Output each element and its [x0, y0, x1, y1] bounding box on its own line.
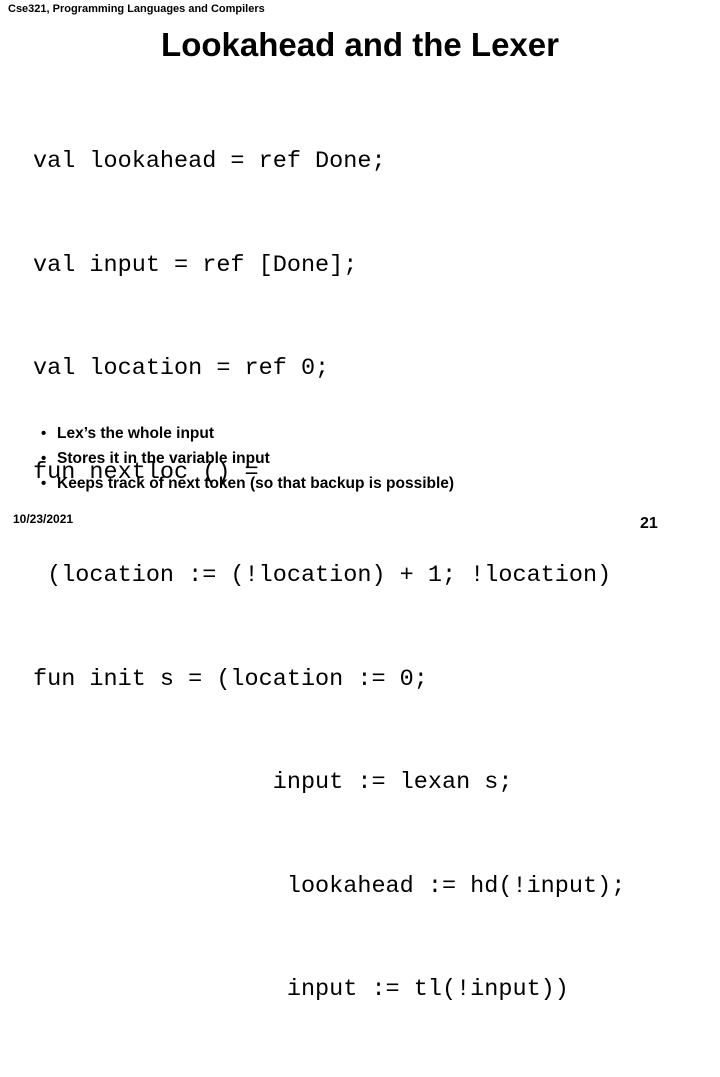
list-item: • Stores it in the variable input — [40, 446, 680, 471]
bullet-list: • Lex’s the whole input • Stores it in t… — [40, 421, 680, 496]
code-line: val input = ref [Done]; — [33, 251, 358, 279]
slide: Cse321, Programming Languages and Compil… — [0, 0, 720, 1003]
code-line: fun init s = (location := 0; — [33, 665, 428, 693]
code-line: lookahead := hd(!input); — [33, 872, 626, 900]
code-line: input := lexan s; — [33, 769, 513, 796]
list-item-label: Keeps track of next token (so that backu… — [57, 475, 455, 492]
bullet-icon: • — [41, 425, 47, 442]
code-line: val location = ref 0; — [33, 355, 330, 382]
footer-page-number: 21 — [640, 515, 658, 532]
code-block: val lookahead = ref Done; val input = re… — [33, 76, 693, 1077]
code-line: (location := (!location) + 1; !location) — [33, 562, 612, 589]
slide-header-course: Cse321, Programming Languages and Compil… — [8, 3, 265, 15]
list-item-label: Lex’s the whole input — [57, 425, 215, 442]
list-item-label: Stores it in the variable input — [57, 450, 270, 467]
code-line: input := tl(!input)) — [33, 976, 569, 1003]
bullet-icon: • — [41, 475, 47, 492]
page-title: Lookahead and the Lexer — [161, 26, 559, 63]
list-item: • Keeps track of next token (so that bac… — [40, 471, 680, 496]
bullet-icon: • — [41, 450, 47, 467]
list-item: • Lex’s the whole input — [40, 421, 680, 446]
code-line: val lookahead = ref Done; — [33, 148, 386, 175]
footer-date: 10/23/2021 — [13, 512, 74, 526]
